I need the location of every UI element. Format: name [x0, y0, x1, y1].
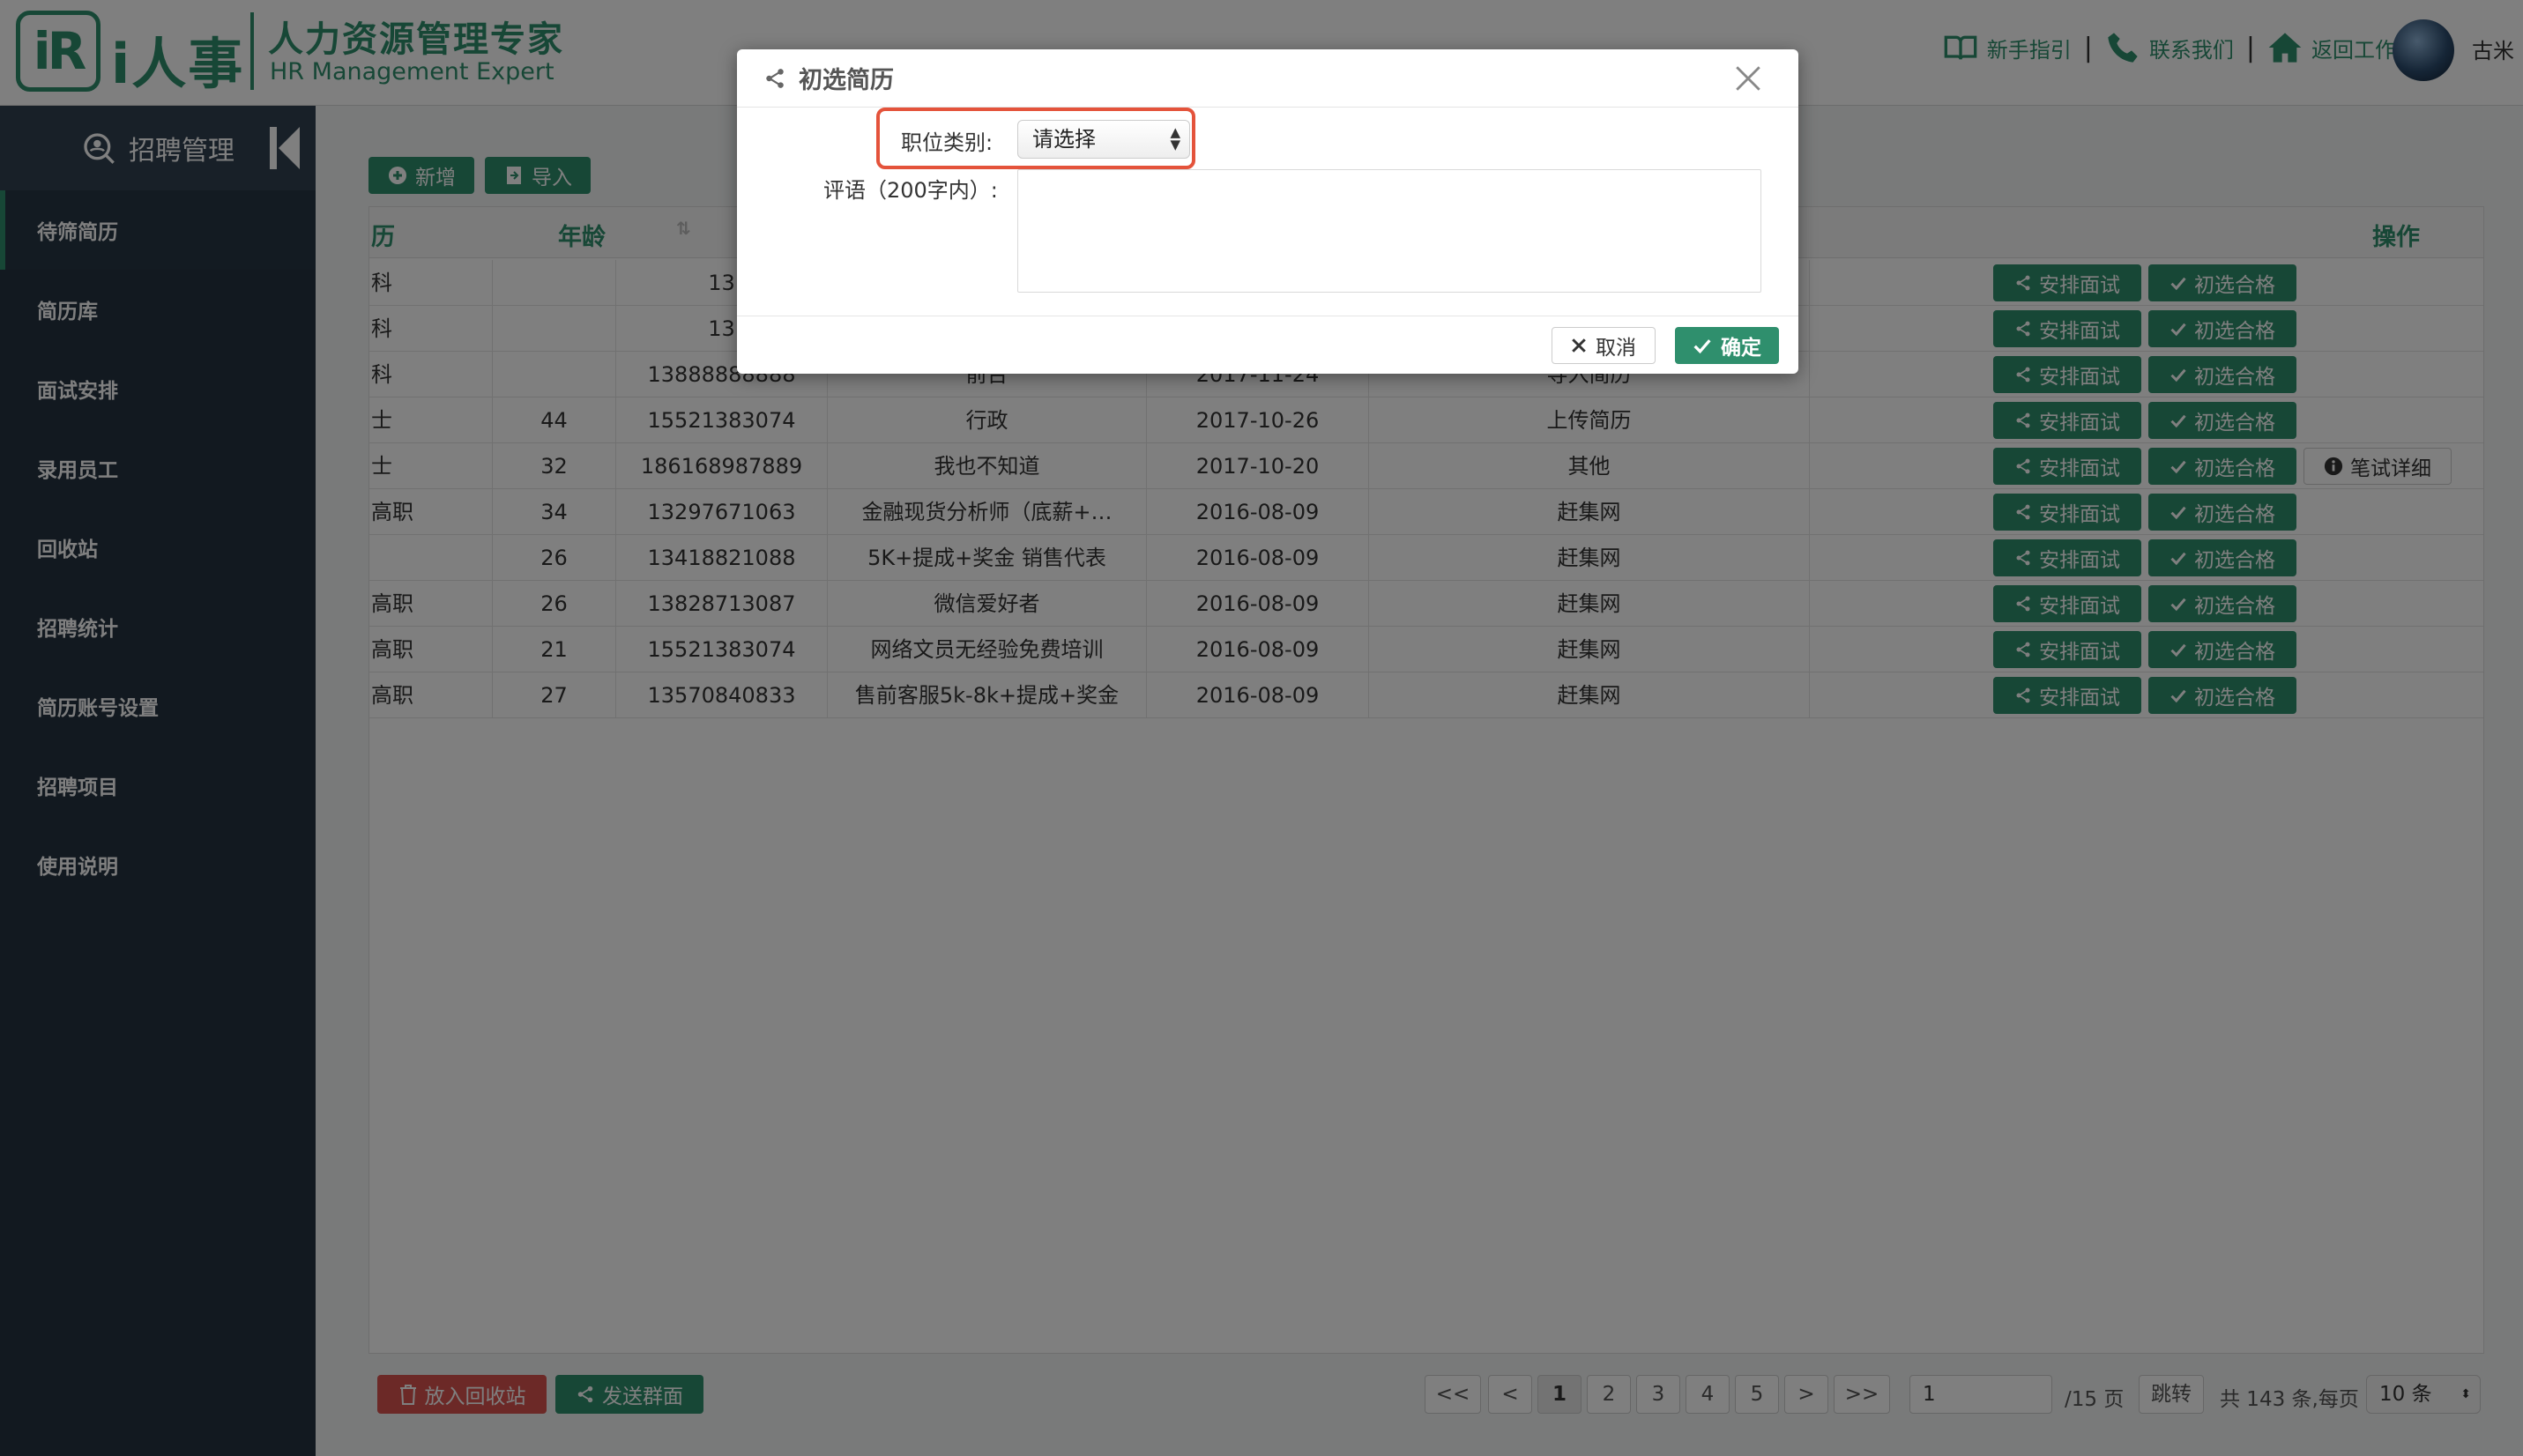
close-icon — [1572, 338, 1586, 353]
dialog-header: 初选简历 — [737, 49, 1798, 108]
dialog-footer: 取消 确定 — [737, 316, 1798, 374]
confirm-button-label: 确定 — [1721, 337, 1761, 360]
screen-resume-dialog: 初选简历 职位类别: 请选择 ▲ ▼ 评语（200字内）: 取消 确定 — [737, 49, 1798, 374]
cancel-button-label: 取消 — [1596, 337, 1636, 360]
category-label: 职位类别: — [901, 130, 994, 155]
confirm-button[interactable]: 确定 — [1675, 327, 1779, 364]
share-icon — [766, 68, 784, 88]
comment-textarea[interactable] — [1017, 169, 1761, 293]
close-icon[interactable] — [1733, 63, 1763, 93]
category-value: 请选择 — [1032, 127, 1096, 152]
category-select[interactable]: 请选择 ▲ ▼ — [1017, 120, 1190, 159]
cancel-button[interactable]: 取消 — [1552, 327, 1656, 364]
check-icon — [1693, 339, 1711, 354]
select-arrows-icon: ▲ ▼ — [1170, 124, 1180, 152]
comment-label: 评语（200字内）: — [823, 178, 998, 203]
dialog-title: 初选简历 — [799, 67, 894, 94]
